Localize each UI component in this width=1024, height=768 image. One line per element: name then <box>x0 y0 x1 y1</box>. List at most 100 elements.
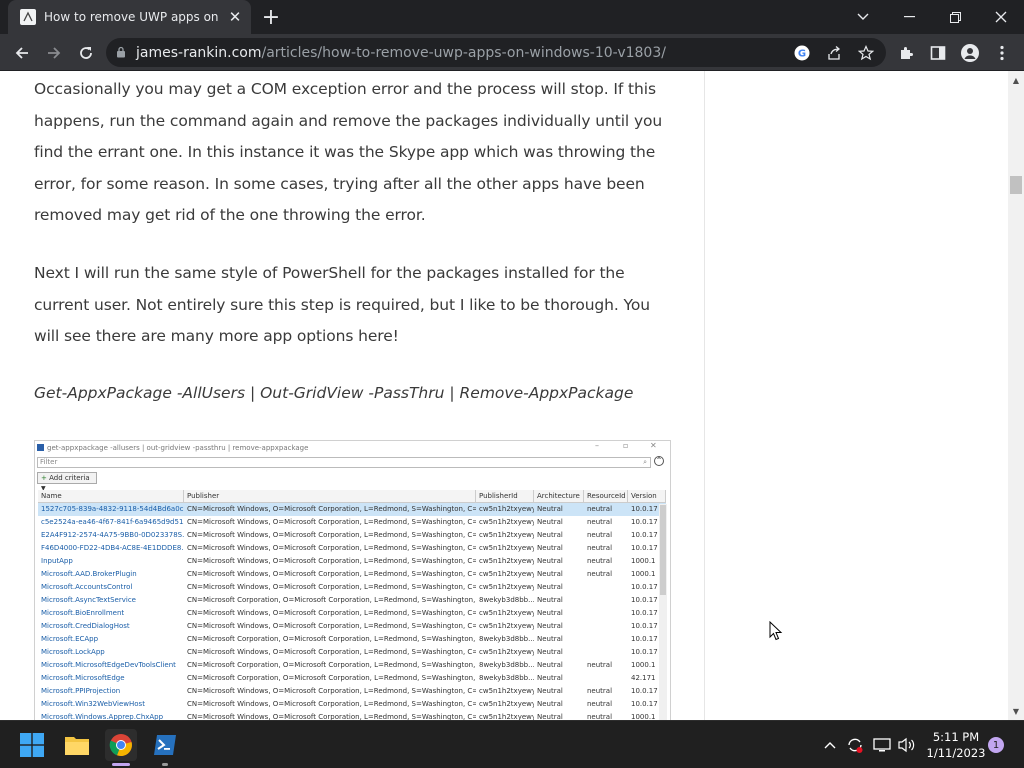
powershell-running-indicator <box>162 763 168 766</box>
tab-search-icon[interactable] <box>840 0 886 34</box>
cell-publisherid: cw5n1h2txyewy <box>479 557 534 565</box>
cell-name: Microsoft.BioEnrollment <box>41 609 125 617</box>
cell-resourceid: neutral <box>587 505 613 513</box>
cell-architecture: Neutral <box>537 531 563 539</box>
gridview-row: F46D4000-FD22-4DB4-AC8E-4E1DDDE8... CN=Mi… <box>38 542 666 555</box>
reload-icon[interactable] <box>73 40 99 66</box>
clock-time: 5:11 PM <box>932 730 980 744</box>
cell-architecture: Neutral <box>537 713 563 720</box>
close-tab-icon[interactable]: ✕ <box>227 8 243 26</box>
gridview-maximize-icon: ▫ <box>623 441 629 450</box>
powershell-command: Get-AppxPackage -AllUsers | Out-GridView… <box>34 384 634 402</box>
cell-publisherid: cw5n1h2txyewy <box>479 570 534 578</box>
cell-publisherid: cw5n1h2txyewy <box>479 505 534 513</box>
cell-resourceid <box>584 607 628 620</box>
cell-publisherid: 8wekyb3d8bb... <box>479 674 534 682</box>
side-panel-icon[interactable] <box>925 40 951 66</box>
notification-badge[interactable]: 1 <box>988 737 1004 753</box>
cell-publisher: CN=Microsoft Windows, O=Microsoft Corpor… <box>187 583 476 591</box>
minimize-button[interactable] <box>886 0 932 34</box>
taskbar-clock[interactable]: 5:11 PM 1/11/2023 <box>926 729 986 761</box>
cell-resourceid: neutral <box>587 531 613 539</box>
cell-architecture: Neutral <box>537 583 563 591</box>
gridview-add-criteria: + Add criteria ▼ <box>37 472 97 492</box>
gridview-filter-placeholder: Filter <box>40 458 58 466</box>
browser-toolbar: james-rankin.com/articles/how-to-remove-… <box>0 34 1024 71</box>
restore-button[interactable] <box>932 0 978 34</box>
cell-architecture: Neutral <box>537 648 563 656</box>
gridview-header-row: Name Publisher PublisherId Architecture … <box>38 490 666 503</box>
back-arrow-icon[interactable] <box>9 40 35 66</box>
cell-architecture: Neutral <box>537 622 563 630</box>
clock-date: 1/11/2023 <box>926 746 986 760</box>
file-explorer-icon[interactable] <box>61 729 93 761</box>
cell-publisherid: cw5n1h2txyewy <box>479 687 534 695</box>
gridview-row: Microsoft.CredDialogHost CN=Microsoft Win… <box>38 620 666 633</box>
share-icon[interactable] <box>824 43 844 63</box>
page-scroll-thumb[interactable] <box>1010 176 1022 194</box>
cell-name: Microsoft.MicrosoftEdgeDevToolsClient <box>41 661 176 669</box>
tab-title: How to remove UWP apps on Wi <box>44 10 221 24</box>
gridview-row: Microsoft.Win32WebViewHost CN=Microsoft W… <box>38 698 666 711</box>
cell-architecture: Neutral <box>537 661 563 669</box>
menu-kebab-icon[interactable] <box>989 40 1015 66</box>
cell-resourceid: neutral <box>587 700 613 708</box>
cell-resourceid: neutral <box>587 557 613 565</box>
volume-speaker-icon[interactable] <box>897 735 917 755</box>
gridview-row: Microsoft.AccountsControl CN=Microsoft Wi… <box>38 581 666 594</box>
gridview-row: Microsoft.LockApp CN=Microsoft Windows, O… <box>38 646 666 659</box>
scroll-down-arrow-icon[interactable]: ▼ <box>1008 704 1024 718</box>
profile-avatar-icon[interactable] <box>957 40 983 66</box>
google-icon[interactable]: G <box>792 43 812 63</box>
cell-publisher: CN=Microsoft Windows, O=Microsoft Corpor… <box>187 609 476 617</box>
sync-status-icon[interactable] <box>845 735 865 755</box>
start-windows-icon[interactable] <box>16 729 48 761</box>
cell-publisher: CN=Microsoft Windows, O=Microsoft Corpor… <box>187 622 476 630</box>
gridview-title: get-appxpackage -allusers | out-gridview… <box>47 444 309 452</box>
cell-architecture: Neutral <box>537 518 563 526</box>
cell-publisher: CN=Microsoft Corporation, O=Microsoft Co… <box>187 635 476 643</box>
cell-name: Microsoft.CredDialogHost <box>41 622 130 630</box>
address-bar[interactable]: james-rankin.com/articles/how-to-remove-… <box>106 38 886 67</box>
powershell-taskbar-icon[interactable] <box>149 729 181 761</box>
windows-taskbar: 5:11 PM 1/11/2023 1 <box>0 720 1024 768</box>
scroll-up-arrow-icon[interactable]: ▲ <box>1008 73 1024 87</box>
cell-architecture: Neutral <box>537 505 563 513</box>
cell-resourceid: neutral <box>587 713 613 720</box>
cell-publisher: CN=Microsoft Windows, O=Microsoft Corpor… <box>187 700 476 708</box>
cell-resourceid: neutral <box>587 570 613 578</box>
browser-tab[interactable]: How to remove UWP apps on Wi ✕ <box>8 0 251 34</box>
gridview-minimize-icon: – <box>595 441 599 450</box>
chrome-active-indicator <box>112 763 130 766</box>
url-host: james-rankin.com <box>136 44 262 61</box>
url-text[interactable]: james-rankin.com/articles/how-to-remove-… <box>136 45 666 61</box>
cell-architecture: Neutral <box>537 635 563 643</box>
cell-publisher: CN=Microsoft Windows, O=Microsoft Corpor… <box>187 505 476 513</box>
close-window-button[interactable] <box>978 0 1024 34</box>
gridview-row: Microsoft.PPIProjection CN=Microsoft Wind… <box>38 685 666 698</box>
page-scrollbar[interactable] <box>1008 71 1024 720</box>
cell-publisher: CN=Microsoft Corporation, O=Microsoft Co… <box>187 674 476 682</box>
column-header-architecture: Architecture <box>534 490 584 502</box>
cell-resourceid: neutral <box>587 687 613 695</box>
cell-name: Microsoft.AsyncTextService <box>41 596 136 604</box>
gridview-row: Microsoft.MicrosoftEdgeDevToolsClient CN=… <box>38 659 666 672</box>
cell-resourceid: neutral <box>587 518 613 526</box>
gridview-screenshot-image[interactable]: get-appxpackage -allusers | out-gridview… <box>34 440 671 720</box>
bookmark-star-icon[interactable] <box>856 43 876 63</box>
show-hidden-icons-chevron-icon[interactable] <box>820 735 840 755</box>
cell-publisherid: cw5n1h2txyewy <box>479 622 534 630</box>
cell-resourceid <box>584 594 628 607</box>
network-icon[interactable] <box>872 735 892 755</box>
extensions-puzzle-icon[interactable] <box>893 40 919 66</box>
chrome-icon[interactable] <box>105 729 137 761</box>
forward-arrow-icon[interactable] <box>41 40 67 66</box>
cell-resourceid <box>584 646 628 659</box>
lock-icon[interactable] <box>116 43 126 62</box>
new-tab-button[interactable]: + <box>258 4 284 30</box>
gridview-table: Name Publisher PublisherId Architecture … <box>38 490 666 720</box>
cell-publisherid: cw5n1h2txyewy <box>479 583 534 591</box>
gridview-row: Microsoft.AAD.BrokerPlugin CN=Microsoft W… <box>38 568 666 581</box>
cell-resourceid <box>584 620 628 633</box>
cell-architecture: Neutral <box>537 596 563 604</box>
